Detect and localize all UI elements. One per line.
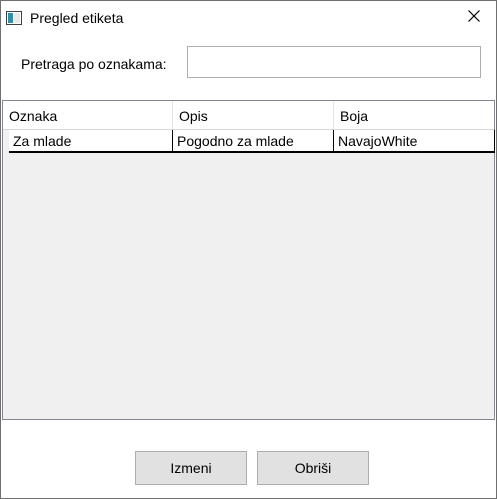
- cell-opis[interactable]: Pogodno za mlade: [173, 130, 334, 151]
- window-title: Pregled etiketa: [30, 10, 124, 26]
- grid-header-row: Oznaka Opis Boja: [3, 101, 494, 130]
- close-icon: [467, 9, 480, 27]
- search-input[interactable]: [187, 46, 481, 78]
- tags-data-grid[interactable]: Oznaka Opis Boja Za mlade Pogodno za mla…: [2, 100, 495, 420]
- cell-boja[interactable]: NavajoWhite: [334, 130, 495, 151]
- column-header-boja[interactable]: Boja: [334, 101, 494, 129]
- delete-button[interactable]: Obriši: [257, 451, 369, 485]
- search-label: Pretraga po oznakama:: [21, 56, 167, 72]
- column-header-opis[interactable]: Opis: [173, 101, 334, 129]
- dialog-content: Pretraga po oznakama: Oznaka Opis Boja Z…: [1, 36, 496, 498]
- edit-button[interactable]: Izmeni: [135, 451, 247, 485]
- column-header-oznaka[interactable]: Oznaka: [3, 101, 173, 129]
- table-row[interactable]: Za mlade Pogodno za mlade NavajoWhite: [9, 130, 495, 153]
- close-button[interactable]: [451, 1, 496, 35]
- app-window-icon: [6, 11, 22, 25]
- dialog-window: Pregled etiketa Pretraga po oznakama: Oz…: [0, 0, 497, 499]
- cell-oznaka[interactable]: Za mlade: [9, 130, 173, 151]
- title-bar[interactable]: Pregled etiketa: [1, 1, 496, 36]
